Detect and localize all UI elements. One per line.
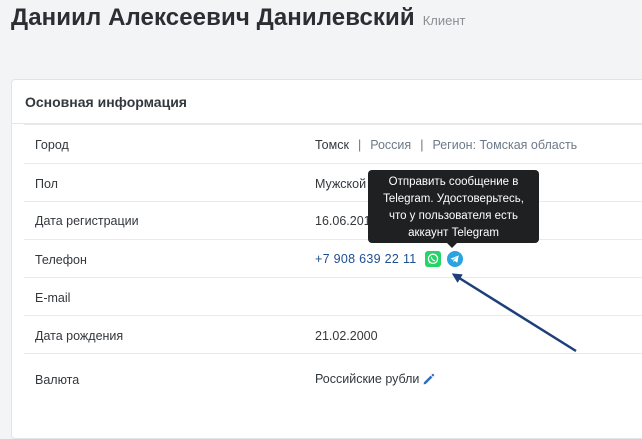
info-row-gender: Пол Мужской xyxy=(24,163,642,201)
row-label-city: Город xyxy=(35,138,69,152)
telegram-icon[interactable] xyxy=(446,251,463,267)
role-label: Клиент xyxy=(422,13,466,28)
row-value-city: Томск | Россия | Регион: Томская область xyxy=(315,138,577,152)
separator: | xyxy=(357,138,362,152)
row-value-birth-date: 21.02.2000 xyxy=(315,329,378,343)
info-row-city: Город Томск | Россия | Регион: Томская о… xyxy=(24,124,642,163)
page-title: Даниил Алексеевич Данилевский xyxy=(11,4,415,31)
row-value-currency: Российские рубли xyxy=(315,372,435,386)
city-value: Томск xyxy=(315,138,349,152)
info-row-currency: Валюта Российские рубли xyxy=(24,353,642,403)
phone-link[interactable]: +7 908 639 22 11 xyxy=(315,252,417,266)
country-link[interactable]: Россия xyxy=(370,138,411,152)
telegram-tooltip: Отправить сообщение в Telegram. Удостове… xyxy=(368,170,539,248)
info-row-registration-date: Дата регистрации 16.06.201 xyxy=(24,201,642,239)
tooltip-text: Отправить сообщение в Telegram. Удостове… xyxy=(383,176,524,239)
row-value-phone: +7 908 639 22 11 xyxy=(315,251,463,267)
row-value-registration-date: 16.06.201 xyxy=(315,214,371,228)
tooltip-arrow xyxy=(447,243,457,248)
main-info-card: Основная информация Город Томск | Россия… xyxy=(11,79,642,439)
info-row-birth-date: Дата рождения 21.02.2000 xyxy=(24,315,642,353)
card-title: Основная информация xyxy=(25,94,187,110)
row-label-email: E-mail xyxy=(35,291,71,305)
row-value-gender: Мужской xyxy=(315,177,367,191)
info-row-email: E-mail xyxy=(24,277,642,315)
info-row-phone: Телефон +7 908 639 22 11 xyxy=(24,239,642,277)
whatsapp-icon[interactable] xyxy=(424,251,441,267)
separator: | xyxy=(420,138,424,152)
row-label-gender: Пол xyxy=(35,177,58,191)
region-link[interactable]: Регион: Томская область xyxy=(432,138,577,152)
row-label-registration-date: Дата регистрации xyxy=(35,214,139,228)
currency-value: Российские рубли xyxy=(315,372,420,386)
row-label-birth-date: Дата рождения xyxy=(35,329,124,343)
page-header: Даниил Алексеевич Данилевский Клиент xyxy=(11,4,466,32)
row-label-currency: Валюта xyxy=(35,373,80,387)
row-label-phone: Телефон xyxy=(35,253,87,267)
pencil-icon[interactable] xyxy=(422,373,435,386)
